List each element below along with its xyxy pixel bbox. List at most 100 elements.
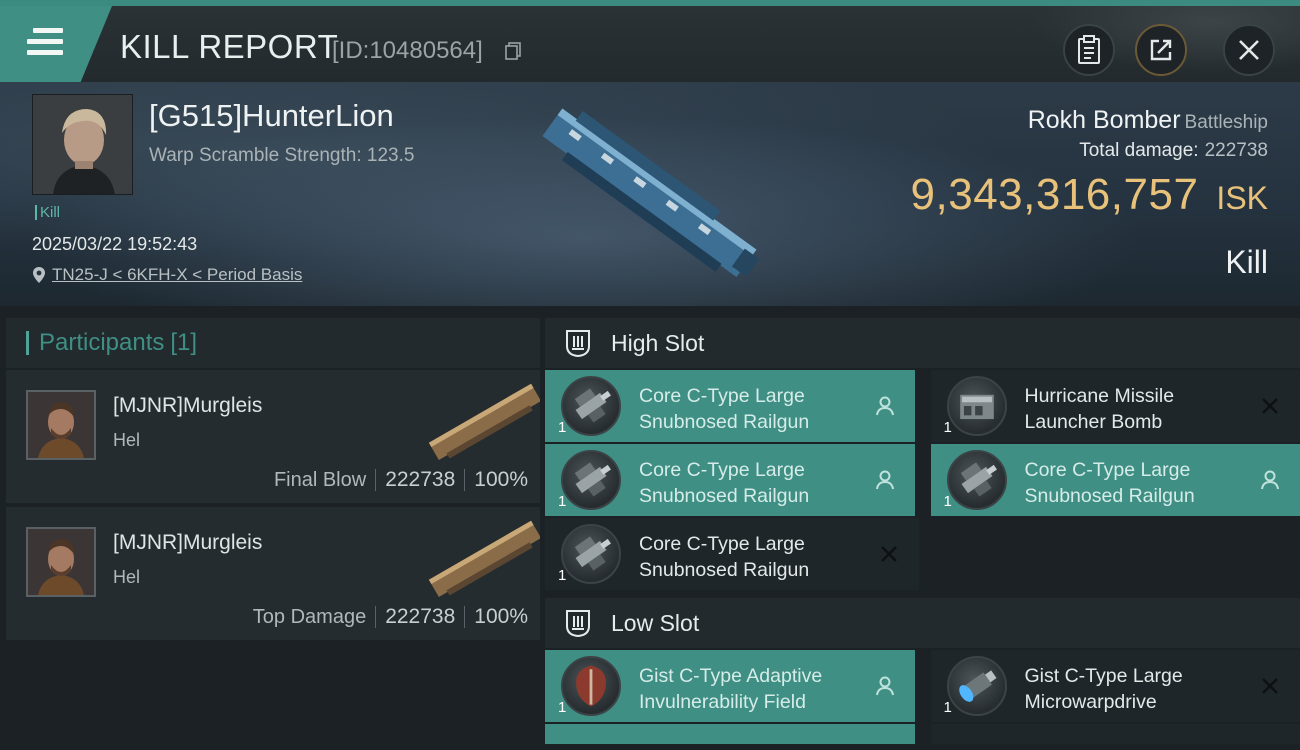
kill-location[interactable]: TN25-J < 6KFH-X < Period Basis	[32, 265, 302, 285]
module-name: Gist C-Type Adaptive Invulnerability Fie…	[639, 665, 823, 713]
total-damage-value: 222738	[1204, 140, 1268, 161]
participants-header[interactable]: Participants [1]	[6, 318, 540, 368]
kill-tag: Kill	[35, 205, 60, 220]
participant-name: [MJNR]Murgleis	[113, 531, 263, 554]
module-quantity: 1	[558, 699, 567, 716]
share-icon	[1150, 39, 1172, 61]
module-name: Core C-Type Large Snubnosed Railgun	[639, 533, 810, 581]
victim-name: [G515]HunterLion	[149, 98, 394, 133]
result-label: Kill	[1225, 244, 1268, 280]
participant-card[interactable]: [MJNR]Murgleis Hel Final Blow 222738 100%	[6, 370, 540, 505]
module-item[interactable]: 1 Gist C-Type Adaptive Invulnerability Fi…	[545, 650, 915, 722]
clipboard-button[interactable]	[1063, 24, 1115, 76]
microwarpdrive-icon	[958, 670, 996, 702]
module-icon	[946, 450, 1007, 510]
report-id: [ID:10480564]	[332, 37, 483, 64]
close-icon	[1239, 40, 1259, 60]
pilot-portrait-icon	[33, 95, 132, 194]
participant-damage: 222738	[385, 468, 456, 491]
menu-icon	[27, 28, 63, 58]
fitting-panel: High Slot 1 Core C-Type Large Snubnosed R…	[545, 318, 1300, 750]
low-slot-grid: 1 Gist C-Type Adaptive Invulnerability Fi…	[545, 650, 1300, 722]
isk-unit: ISK	[1216, 180, 1268, 216]
module-quantity: 1	[558, 419, 567, 436]
module-quantity: 1	[943, 699, 952, 716]
module-name: Hurricane Missile Launcher Bomb	[1024, 385, 1175, 433]
module-item[interactable]: 1 Core C-Type Large Snubnosed Railgun	[545, 370, 915, 442]
module-quantity: 1	[943, 493, 952, 510]
missile-launcher-icon	[959, 394, 994, 420]
location-pin-icon	[33, 267, 45, 283]
participant-stats: Final Blow 222738 100%	[274, 468, 528, 492]
module-status[interactable]	[1258, 674, 1282, 698]
ship-type: Rokh Bomber	[1027, 106, 1181, 134]
module-name: Core C-Type Large Snubnosed Railgun	[1024, 459, 1195, 507]
isk-value: 9,343,316,757 ISK	[911, 170, 1268, 220]
participants-count: [1]	[170, 329, 198, 356]
header-accent-bar	[26, 331, 29, 355]
high-slot-grid: 1 Core C-Type Large Snubnosed Railgun 1 Hur…	[545, 370, 1300, 590]
close-button[interactable]	[1223, 24, 1275, 76]
participant-card[interactable]: [MJNR]Murgleis Hel Top Damage 222738 100%	[6, 507, 540, 642]
module-status[interactable]	[877, 542, 901, 566]
share-button[interactable]	[1135, 24, 1187, 76]
kill-timestamp: 2025/03/22 19:52:43	[32, 234, 198, 254]
more-modules-row	[545, 724, 1300, 744]
victim-avatar[interactable]	[32, 94, 133, 195]
module-status[interactable]	[1258, 394, 1282, 418]
module-icon	[946, 376, 1007, 436]
page-title: KILL REPORT	[120, 28, 339, 65]
menu-button[interactable]	[0, 6, 112, 82]
high-slot-icon	[566, 330, 590, 358]
module-item[interactable]: 1 Gist C-Type Large Microwarpdrive	[930, 650, 1300, 722]
total-damage-label: Total damage:	[1079, 140, 1199, 161]
participant-damage: 222738	[385, 605, 456, 628]
railgun-icon	[574, 462, 611, 497]
module-status[interactable]	[873, 468, 897, 492]
participant-role: Final Blow	[273, 469, 367, 491]
module-row: 1 Core C-Type Large Snubnosed Railgun 1 Cor…	[545, 444, 1300, 516]
module-item[interactable]: 1 Core C-Type Large Snubnosed Railgun	[930, 444, 1300, 516]
close-icon	[1262, 398, 1278, 414]
low-slot-header: Low Slot	[545, 598, 1300, 648]
shield-field-icon	[576, 665, 606, 707]
module-item[interactable]	[930, 724, 1300, 744]
participant-ship-image	[428, 383, 540, 461]
copy-icon[interactable]	[505, 42, 521, 60]
location-link[interactable]: TN25-J < 6KFH-X < Period Basis	[52, 265, 302, 285]
participant-avatar[interactable]	[26, 527, 96, 597]
module-item[interactable]: 1 Core C-Type Large Snubnosed Railgun	[545, 444, 915, 516]
kill-summary-banner: [G515]HunterLion Warp Scramble Strength:…	[0, 82, 1300, 306]
high-slot-header: High Slot	[545, 318, 1300, 368]
top-bar: KILL REPORT [ID:10480564]	[0, 0, 1300, 82]
person-icon	[1261, 470, 1279, 490]
module-item[interactable]	[545, 724, 915, 744]
module-quantity: 1	[943, 419, 952, 436]
module-name: Gist C-Type Large Microwarpdrive	[1024, 665, 1183, 713]
person-icon	[875, 676, 894, 696]
participant-role: Top Damage	[252, 606, 367, 628]
participant-avatar[interactable]	[26, 390, 96, 460]
module-status[interactable]	[873, 674, 897, 698]
module-item[interactable]: 1 Core C-Type Large Snubnosed Railgun	[545, 518, 919, 590]
module-status[interactable]	[1258, 468, 1282, 492]
railgun-icon	[574, 536, 611, 571]
module-item[interactable]: 1 Hurricane Missile Launcher Bomb	[930, 370, 1300, 442]
total-damage: Total damage: 222738	[1079, 140, 1268, 162]
participant-percent: 100%	[474, 468, 528, 491]
victim-ship-image	[542, 108, 760, 278]
railgun-icon	[574, 388, 611, 423]
clipboard-icon	[1078, 35, 1100, 64]
module-icon	[561, 376, 621, 436]
participant-ship: Hel	[113, 430, 141, 450]
participants-label: Participants	[39, 329, 165, 356]
module-status[interactable]	[873, 394, 897, 418]
participant-ship-image	[428, 520, 540, 598]
pilot-portrait-icon	[28, 529, 94, 595]
participant-stats: Top Damage 222738 100%	[253, 605, 528, 629]
participant-percent: 100%	[474, 605, 528, 628]
module-name: Core C-Type Large Snubnosed Railgun	[639, 385, 810, 433]
module-row: 1 Core C-Type Large Snubnosed Railgun	[545, 518, 1300, 590]
module-icon	[561, 656, 621, 716]
ship-class: Battleship	[1184, 112, 1268, 133]
